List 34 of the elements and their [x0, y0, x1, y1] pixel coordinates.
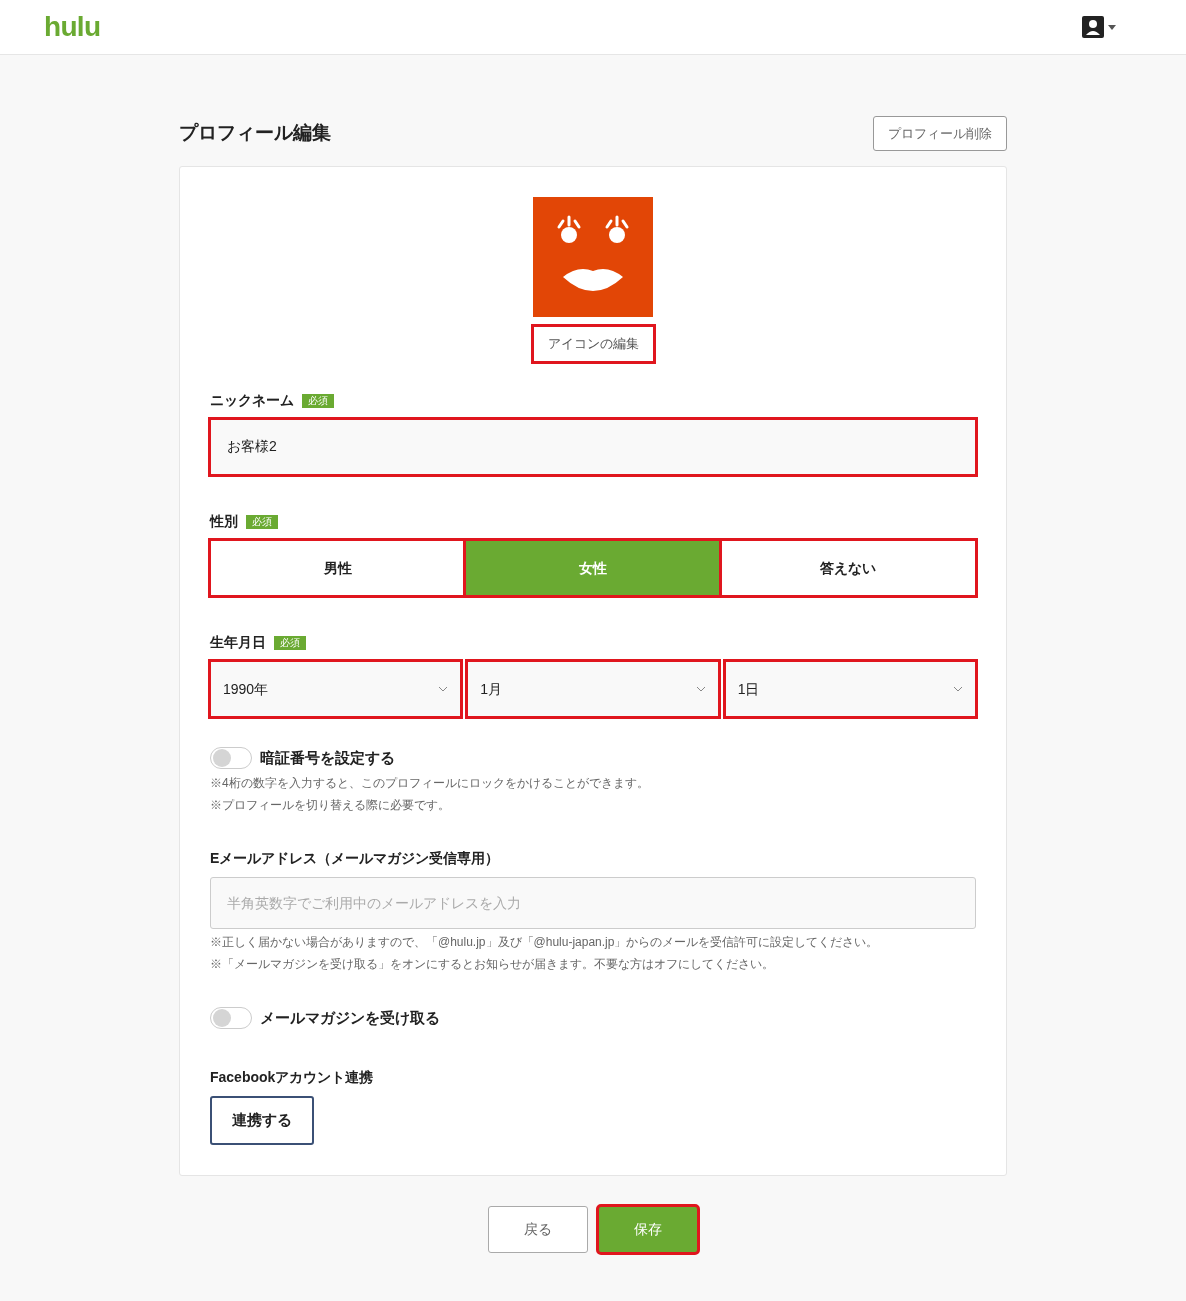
nickname-field[interactable]: お客様2 — [210, 419, 976, 475]
edit-icon-button[interactable]: アイコンの編集 — [532, 326, 654, 362]
required-badge: 必須 — [274, 635, 306, 650]
field-label: Eメールアドレス（メールマガジン受信専用） — [210, 848, 500, 868]
date-select[interactable]: 1日 — [724, 661, 976, 717]
gender-option[interactable]: 男性 — [210, 540, 466, 596]
delete-profile-button[interactable]: プロフィール削除 — [873, 116, 1007, 151]
toggle-label: メールマガジンを受け取る — [260, 1007, 440, 1028]
email-field[interactable]: 半角英数字でご利用中のメールアドレスを入力 — [210, 876, 976, 929]
page-title: プロフィール編集 — [179, 121, 331, 146]
required-badge: 必須 — [302, 393, 334, 408]
chevron-down-icon — [438, 686, 449, 692]
back-button[interactable]: 戻る — [488, 1206, 588, 1253]
chevron-down-icon — [695, 686, 706, 692]
gender-option[interactable]: 答えない — [720, 540, 976, 596]
avatar-icon — [533, 197, 653, 317]
field-label: 性別 — [210, 512, 238, 531]
note-text: ※4桁の数字を入力すると、このプロフィールにロックをかけることができます。 — [210, 774, 650, 792]
user-icon[interactable] — [1082, 16, 1104, 38]
toggle-switch[interactable] — [210, 747, 252, 770]
required-badge: 必須 — [246, 514, 278, 529]
toggle-switch[interactable] — [210, 1006, 252, 1029]
field-label: ニックネーム — [210, 391, 294, 410]
toggle-label: 暗証番号を設定する — [260, 748, 395, 768]
note-text: ※プロフィールを切り替える際に必要です。 — [210, 796, 451, 814]
date-select[interactable]: 1990年 — [210, 661, 462, 717]
date-select[interactable]: 1月 — [467, 661, 719, 717]
caret-icon[interactable] — [1108, 24, 1116, 30]
note-text: ※「メールマガジンを受け取る」をオンにするとお知らせが届きます。不要な方はオフにしてください。 — [210, 955, 775, 973]
note-text: ※正しく届かない場合がありますので、「@hulu.jp」及び「@hulu-japan.jp」からのメールを受信許可に設定してください。 — [210, 933, 880, 951]
chevron-down-icon — [953, 686, 963, 692]
field-label: Facebookアカウント連携 — [210, 1068, 374, 1087]
connect-button[interactable]: 連携する — [210, 1096, 314, 1145]
field-label: 生年月日 — [210, 633, 266, 652]
